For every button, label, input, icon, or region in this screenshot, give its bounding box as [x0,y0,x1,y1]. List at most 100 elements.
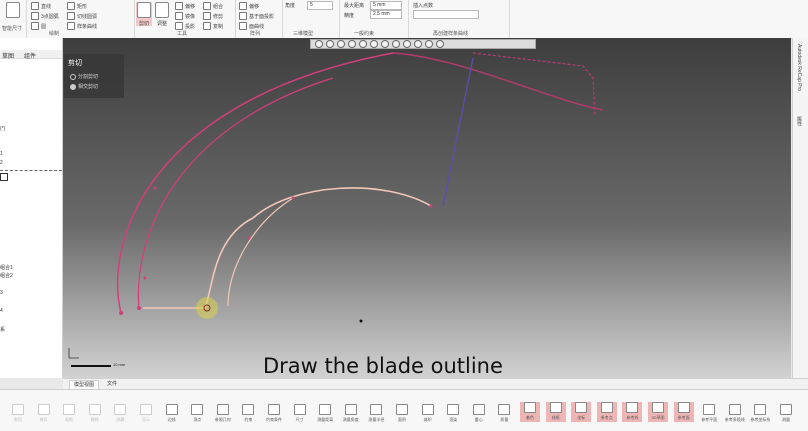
tool-icon [421,404,434,415]
sketch-point [143,276,147,280]
bottom-tool-label: 顶点 [193,417,202,422]
bottom-tool-label: 约束条件 [266,417,282,422]
tree-item[interactable]: 3 [0,290,3,296]
tree-checkbox[interactable] [0,173,8,181]
cut-panel-title: 剪切 [68,60,82,67]
max-distance-field[interactable]: 5 mm [370,1,402,10]
sketch-point [291,196,295,200]
bottom-tool-label: 参照几何 [214,417,231,422]
bottom-tool-button[interactable]: 测量半径 [366,404,386,423]
bottom-tool-button[interactable]: 坐标 [571,402,592,422]
bottom-tool-button[interactable]: 3D草图 [648,402,668,422]
bottom-tool-button[interactable]: 参考面 [673,402,694,422]
bottom-tool-button[interactable]: 拷贝 [34,404,54,423]
bottom-tool-button[interactable]: 渲染 [443,404,463,423]
tab-sketch[interactable]: 草图 [2,51,14,60]
bottom-tool-label: 约束 [244,417,253,422]
tree-item[interactable]: 4 [0,308,3,314]
bottom-tool-button[interactable]: 参照几何 [213,404,233,423]
face-project-tool[interactable]: 基于面投影 [239,12,274,20]
project-tool[interactable]: 投影 [175,22,195,30]
bottom-tool-button[interactable]: 参考点 [596,402,617,422]
group-label-pattern: 阵列 [250,31,261,37]
bottom-tool-button[interactable]: 测量 [776,404,796,423]
combine-tool[interactable]: 组合 [203,2,223,10]
side-line [442,57,474,207]
tree-item[interactable]: 组合1 [0,264,13,271]
smart-dimension-button[interactable] [5,2,21,20]
offset-tool[interactable]: 偏移 [175,2,195,10]
arc-tool[interactable]: 3点圆弧 [31,12,59,20]
tangent-arc-tool[interactable]: 切线圆弧 [67,12,97,20]
line-tool[interactable]: 直线 [31,2,51,10]
tree-item[interactable]: 2 [0,160,3,166]
option-split-cut[interactable]: 分割剪切 [78,73,98,80]
mirror-tool[interactable]: 镜像 [175,12,195,20]
origin-point [359,319,363,323]
bottom-tool-button[interactable]: 参考坐标系 [750,404,770,423]
precision-field[interactable]: 2.5 mm [370,10,402,19]
pattern-offset-tool[interactable]: 偏移 [239,2,259,10]
tree-item[interactable]: (*) [0,126,5,132]
bottom-tool-button[interactable]: 线框 [545,402,566,422]
bottom-tool-button[interactable]: 顶点 [187,404,207,423]
outer-arc [116,52,394,314]
tab-model-view[interactable]: 模型视图 [69,380,100,389]
graphics-viewport[interactable]: 剪切 分割剪切 相交剪切 10 mm Draw the blade outlin… [63,38,791,378]
bottom-tool-button[interactable]: 体积 [418,404,438,423]
bottom-tool-button[interactable]: 测量角度 [341,404,361,423]
bottom-tool-button[interactable]: 着色 [520,402,540,422]
bottom-tool-button[interactable]: 尺寸 [290,404,310,423]
bottom-tool-button[interactable]: 约束条件 [264,404,284,423]
radio-intersect-cut[interactable] [70,84,76,90]
bottom-tool-button[interactable]: 面积 [392,404,412,423]
bottom-tool-button[interactable]: 删除 [85,404,105,423]
arc-icon [31,12,39,20]
bottom-tool-button[interactable]: 粘贴 [59,404,79,423]
bottom-tool-button[interactable]: 参考多段线 [725,404,745,423]
angle-field[interactable]: 5 [307,1,333,10]
bottom-tool-button[interactable]: 重心 [469,404,489,423]
adjust-button[interactable]: 调整 [154,2,170,27]
tangent-arc-icon [67,12,75,20]
cut-button[interactable]: 剪切 [136,2,152,27]
bottom-tool-button[interactable]: 剪切 [8,404,28,423]
option-intersect-cut[interactable]: 相交剪切 [78,83,98,90]
bottom-tool-label: 渲染 [449,417,458,422]
tool-icon [268,404,280,415]
group-label-draw: 绘制 [49,31,60,37]
tree-item[interactable]: 系 [0,326,5,333]
spline-tool[interactable]: 样条曲线 [67,22,97,30]
side-tab-properties[interactable]: 属性 [796,116,803,126]
radio-split-cut[interactable] [70,74,76,80]
bottom-tool-button[interactable]: 约束 [238,404,258,423]
side-tab-recap[interactable]: Autodesk ReCap Pro [796,44,802,91]
bottom-tool-button[interactable]: 显示 [136,404,156,423]
document-tabs: 模型视图 文件 [63,378,808,389]
bottom-tool-button[interactable]: 测量距离 [315,404,335,423]
circle-tool[interactable]: 圆 [31,22,46,30]
bottom-tool-label: 隐藏 [116,417,125,422]
face-curve-tool[interactable]: 面曲线 [239,22,264,30]
bottom-tool-label: 参考平面 [701,417,718,422]
adjust-icon [155,2,169,18]
bottom-tool-button[interactable]: 参考平面 [699,404,719,423]
sketch-point [119,311,123,315]
tab-file[interactable]: 文件 [103,380,121,388]
trim-tool[interactable]: 修剪 [203,12,223,20]
bottom-tool-button[interactable]: 参考线 [622,402,643,422]
ribbon-group-dimension: 智能尺寸 [0,0,27,38]
ribbon-group-pattern: 偏移 基于面投影 面曲线 阵列 [236,0,283,38]
bottom-tool-label: 显示 [142,417,150,422]
bottom-tool-label: 测量角度 [342,417,359,422]
bottom-tool-button[interactable]: 质量 [494,404,514,423]
rect-tool[interactable]: 矩形 [67,2,87,10]
insert-points-field[interactable] [413,10,479,19]
tree-item[interactable]: 1 [0,151,3,157]
ribbon-group-draw: 直线 矩形 3点圆弧 切线圆弧 圆 样条曲线 绘制 [27,0,135,38]
copy-tool[interactable]: 复制 [203,22,223,30]
bottom-tool-button[interactable]: 隐藏 [110,404,130,423]
tree-item[interactable]: 组合2 [0,272,13,279]
bottom-tool-button[interactable]: 边线 [162,404,182,423]
tab-component[interactable]: 组件 [24,51,36,60]
